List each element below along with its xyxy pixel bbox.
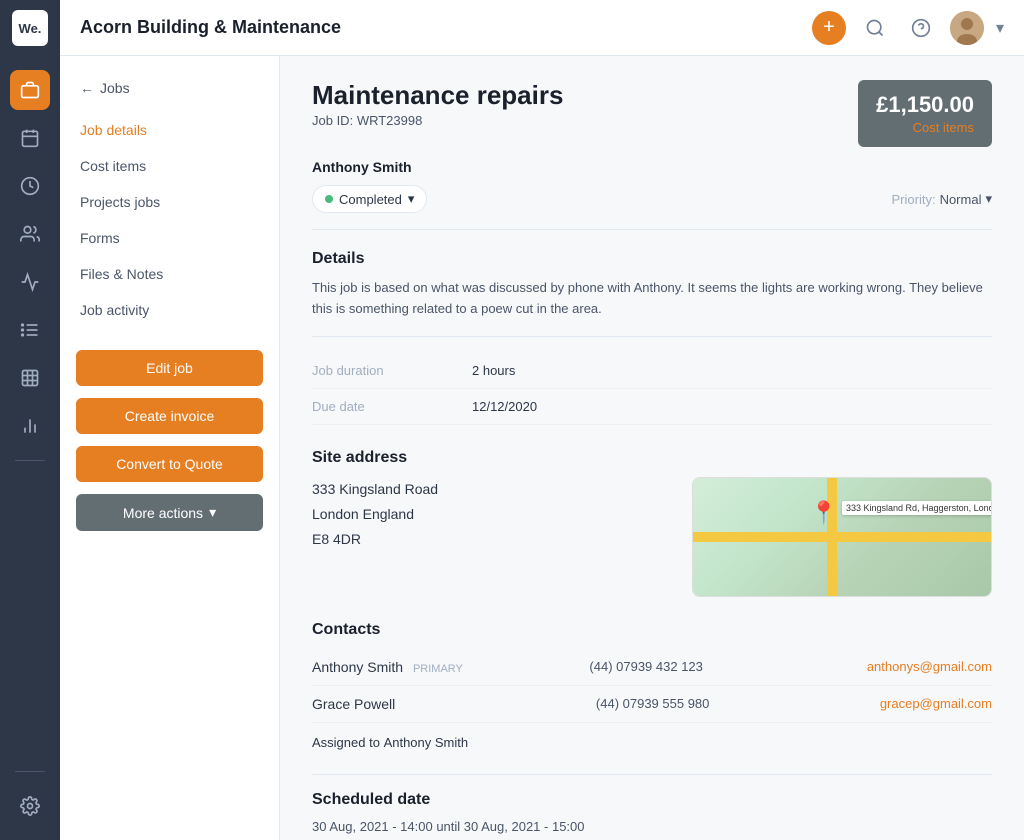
contact-row-2: Grace Powell (44) 07939 555 980 gracep@g…	[312, 686, 992, 723]
user-chevron-icon[interactable]: ▾	[996, 18, 1004, 38]
client-name: Anthony Smith	[312, 159, 992, 175]
app-logo: We.	[12, 10, 48, 46]
user-avatar[interactable]	[950, 11, 984, 45]
status-row: Completed ▾ Priority: Normal ▾	[312, 185, 992, 230]
scheduled-section: Scheduled date 30 Aug, 2021 - 14:00 unti…	[312, 774, 992, 834]
contacts-title: Contacts	[312, 621, 992, 639]
job-title-block: Maintenance repairs Job ID: WRT23998	[312, 80, 563, 128]
contact-email-2[interactable]: gracep@gmail.com	[880, 696, 992, 711]
site-address-section: Site address 333 Kingsland Road London E…	[312, 449, 992, 597]
chevron-down-icon: ▾	[209, 504, 216, 521]
status-badge[interactable]: Completed ▾	[312, 185, 427, 213]
convert-to-quote-button[interactable]: Convert to Quote	[76, 446, 263, 482]
address-line1: 333 Kingsland Road	[312, 477, 668, 502]
sidebar-item-job-activity[interactable]: Job activity	[60, 292, 279, 328]
map-road-horizontal	[693, 532, 991, 542]
details-section-title: Details	[312, 250, 992, 268]
details-section: Details This job is based on what was di…	[312, 250, 992, 425]
map-container[interactable]: 📍 333 Kingsland Rd, Haggerston, London..…	[692, 477, 992, 597]
sidebar-divider	[15, 460, 45, 461]
duration-label: Job duration	[312, 363, 472, 378]
site-section: 333 Kingsland Road London England E8 4DR…	[312, 477, 992, 597]
assigned-row: Assigned to Anthony Smith	[312, 735, 992, 750]
sidebar-item-job-details[interactable]: Job details	[60, 112, 279, 148]
left-sidebar: ← Jobs Job details Cost items Projects j…	[60, 56, 280, 840]
price-box: £1,150.00 Cost items	[858, 80, 992, 147]
map-road-vertical	[827, 478, 837, 596]
header-actions: + ▾	[812, 11, 1004, 45]
contact-phone-2: (44) 07939 555 980	[596, 696, 880, 711]
contact-badge-1: PRIMARY	[413, 663, 463, 675]
sidebar-item-files-notes[interactable]: Files & Notes	[60, 256, 279, 292]
cost-items-link[interactable]: Cost items	[876, 120, 974, 135]
job-header: Maintenance repairs Job ID: WRT23998 £1,…	[312, 80, 992, 147]
site-address: 333 Kingsland Road London England E8 4DR	[312, 477, 668, 597]
scheduled-date: 30 Aug, 2021 - 14:00 until 30 Aug, 2021 …	[312, 819, 992, 834]
help-button[interactable]	[904, 11, 938, 45]
contact-name-1: Anthony Smith PRIMARY	[312, 659, 589, 675]
assigned-to-value: Anthony Smith	[384, 735, 469, 750]
status-dot	[325, 195, 333, 203]
create-invoice-button[interactable]: Create invoice	[76, 398, 263, 434]
nav-icon-table[interactable]	[10, 358, 50, 398]
site-address-title: Site address	[312, 449, 992, 467]
scheduled-title: Scheduled date	[312, 791, 992, 809]
contact-phone-1: (44) 07939 432 123	[589, 659, 866, 674]
nav-icon-clock[interactable]	[10, 166, 50, 206]
map-pin-icon: 📍	[810, 500, 837, 526]
address-line2: London England	[312, 502, 668, 527]
due-date-row: Due date 12/12/2020	[312, 389, 992, 425]
priority-chevron-icon: ▾	[985, 191, 992, 207]
add-button[interactable]: +	[812, 11, 846, 45]
contact-row-1: Anthony Smith PRIMARY (44) 07939 432 123…	[312, 649, 992, 686]
search-button[interactable]	[858, 11, 892, 45]
contact-email-1[interactable]: anthonys@gmail.com	[867, 659, 992, 674]
nav-icon-users[interactable]	[10, 214, 50, 254]
contact-name-2: Grace Powell	[312, 696, 596, 712]
status-chevron-icon: ▾	[408, 191, 415, 207]
back-arrow-icon: ←	[80, 80, 94, 96]
main-content: Maintenance repairs Job ID: WRT23998 £1,…	[280, 56, 1024, 840]
more-actions-button[interactable]: More actions ▾	[76, 494, 263, 531]
sidebar-item-cost-items[interactable]: Cost items	[60, 148, 279, 184]
icon-sidebar: We.	[0, 0, 60, 840]
details-description: This job is based on what was discussed …	[312, 278, 992, 320]
duration-value: 2 hours	[472, 363, 515, 378]
nav-icon-list[interactable]	[10, 310, 50, 350]
nav-icon-calendar[interactable]	[10, 118, 50, 158]
contacts-section: Contacts Anthony Smith PRIMARY (44) 0793…	[312, 621, 992, 750]
sidebar-divider-bottom	[15, 771, 45, 772]
content-area: ← Jobs Job details Cost items Projects j…	[60, 56, 1024, 840]
map-label: 333 Kingsland Rd, Haggerston, London...	[842, 501, 992, 515]
top-header: Acorn Building & Maintenance + ▾	[60, 0, 1024, 56]
job-id: Job ID: WRT23998	[312, 113, 563, 128]
sidebar-item-projects-jobs[interactable]: Projects jobs	[60, 184, 279, 220]
due-date-label: Due date	[312, 399, 472, 414]
nav-icon-briefcase[interactable]	[10, 70, 50, 110]
company-name: Acorn Building & Maintenance	[80, 17, 812, 38]
priority-select[interactable]: Priority: Normal ▾	[892, 191, 993, 207]
action-buttons-group: Edit job Create invoice Convert to Quote…	[60, 344, 279, 531]
map-visual: 📍 333 Kingsland Rd, Haggerston, London..…	[693, 478, 991, 596]
back-to-jobs[interactable]: ← Jobs	[60, 72, 279, 104]
nav-icon-analytics[interactable]	[10, 406, 50, 446]
priority-label: Priority:	[892, 192, 936, 207]
job-price: £1,150.00	[876, 92, 974, 118]
job-title: Maintenance repairs	[312, 80, 563, 111]
edit-job-button[interactable]: Edit job	[76, 350, 263, 386]
address-line3: E8 4DR	[312, 527, 668, 552]
due-date-value: 12/12/2020	[472, 399, 537, 414]
nav-icon-reports[interactable]	[10, 262, 50, 302]
priority-value: Normal	[940, 192, 982, 207]
duration-row: Job duration 2 hours	[312, 353, 992, 389]
nav-icon-settings[interactable]	[10, 786, 50, 826]
sidebar-item-forms[interactable]: Forms	[60, 220, 279, 256]
